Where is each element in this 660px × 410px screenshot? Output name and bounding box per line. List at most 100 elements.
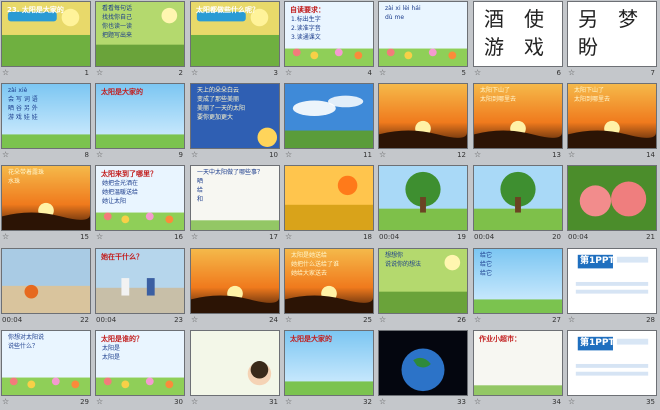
slide-preview[interactable]: 看看每句话 找找你自己 你也读一读 把题写出来 [95,1,185,67]
slide-thumbnail-28[interactable]: 第1PPT ☆ 28 [566,247,660,328]
transition-star-icon: ☆ [2,397,10,406]
slide-text-line: 太阳到哪里去 [480,96,517,103]
slide-thumbnail-14[interactable]: 太阳下山了 太阳到哪里去 ☆ 14 [566,82,660,163]
slide-preview[interactable] [473,165,563,231]
slide-thumbnail-19[interactable]: 00:04 19 [377,164,471,245]
slide-thumbnail-5[interactable]: zài xi lèi hái dù me ☆ 5 [377,0,471,81]
slide-preview[interactable]: 想想你 说说你的想法 [378,248,468,314]
slide-preview[interactable]: 一天中太阳做了哪些事？ 晒给和 [190,165,280,231]
slide-thumbnail-10[interactable]: 天上的朵朵白云 变成了那些美丽 美丽了一天的太阳 要你更加更大 ☆ 10 [189,82,283,163]
slide-thumbnail-6[interactable]: 酒使游戏 ☆ 6 [472,0,566,81]
slide-preview[interactable] [284,83,374,149]
slide-preview[interactable] [567,165,657,231]
transition-star-icon: ☆ [285,397,293,406]
slide-thumbnail-31[interactable]: ☆ 31 [189,329,283,410]
slide-preview[interactable]: 太阳来到了哪里？ 她把金光洒在 她把温暖送给 她让太阳 [95,165,185,231]
slide-thumbnail-13[interactable]: 太阳下山了 太阳到哪里去 ☆ 13 [472,82,566,163]
slide-thumbnail-25[interactable]: 太阳是她送给 她把什么送给了谁 她给大家送去 ☆ 25 [283,247,377,328]
slide-thumbnail-4[interactable]: 自读要求： 1.标出生字 2.读准字音 3.读通课文 ☆ 4 [283,0,377,81]
slide-preview[interactable]: zài xi lèi hái dù me [378,1,468,67]
slide-thumbnail-12[interactable]: ☆ 12 [377,82,471,163]
slide-text-line: 天上的朵朵白云 [197,87,240,94]
slide-thumbnail-18[interactable]: ☆ 18 [283,164,377,245]
slide-thumbnail-26[interactable]: 想想你 说说你的想法 ☆ 26 [377,247,471,328]
slide-preview[interactable] [284,165,374,231]
transition-star-icon: ☆ [568,68,576,77]
slide-number: 6 [556,69,561,77]
slide-number: 14 [646,151,655,159]
slide-text-line: zài xi lèi hái [385,5,421,12]
slide-text-line: 太阳是 [102,354,121,361]
slide-preview[interactable]: 23. 太阳是大家的 [1,1,91,67]
slide-text-line: 她让太阳 [102,198,127,205]
slide-thumbnail-34[interactable]: 作业小超市： ☆ 34 [472,329,566,410]
slide-preview[interactable]: 给它 给它 给它 [473,248,563,314]
slide-thumbnail-8[interactable]: zài xiè 会 写 词 语晒 谷 另 外游 戏 娃 娃 ☆ 8 [0,82,94,163]
slide-text-line: 给 [197,187,204,194]
slide-thumbnail-9[interactable]: 太阳是大家的 ☆ 9 [94,82,188,163]
slide-number: 20 [552,233,561,241]
slide-text-line: 你也读一读 [102,23,133,30]
slide-preview[interactable]: 作业小超市： [473,330,563,396]
slide-thumbnail-30[interactable]: 太阳是谁的？ 太阳是 太阳是 ☆ 30 [94,329,188,410]
slide-text-line: 给它 [480,252,493,259]
slide-preview[interactable] [190,330,280,396]
slide-number: 13 [552,151,561,159]
slide-thumbnail-17[interactable]: 一天中太阳做了哪些事？ 晒给和 ☆ 17 [189,164,283,245]
slide-title: 太阳是大家的 [101,88,143,96]
slide-text-line: 会 写 词 语 [8,96,38,103]
slide-thumbnail-20[interactable]: 00:04 20 [472,164,566,245]
slide-thumbnail-16[interactable]: 太阳来到了哪里？ 她把金光洒在 她把温暖送给 她让太阳 ☆ 16 [94,164,188,245]
slide-thumbnail-35[interactable]: 第1PPT ☆ 35 [566,329,660,410]
slide-preview[interactable]: 太阳都做些什么呢？ [190,1,280,67]
slide-thumbnail-2[interactable]: 看看每句话 找找你自己 你也读一读 把题写出来 ☆ 2 [94,0,188,81]
transition-star-icon: ☆ [285,150,293,159]
slide-character: 酒 [484,7,504,31]
slide-preview[interactable]: zài xiè 会 写 词 语晒 谷 另 外游 戏 娃 娃 [1,83,91,149]
slide-text-line: 说说你的想法 [385,261,422,268]
slide-number: 35 [646,398,655,406]
slide-preview[interactable]: 另梦盼 [567,1,657,67]
slide-background [379,166,467,230]
slide-thumbnail-32[interactable]: 太阳是大家的 ☆ 32 [283,329,377,410]
slide-text-line: 你想对太阳说 [8,334,45,341]
slide-thumbnail-1[interactable]: 23. 太阳是大家的 ☆ 1 [0,0,94,81]
slide-thumbnail-15[interactable]: 花朵带着露珠 水珠 ☆ 15 [0,164,94,245]
slide-thumbnail-33[interactable]: ☆ 33 [377,329,471,410]
slide-thumbnail-22[interactable]: 00:04 22 [0,247,94,328]
slide-thumbnail-29[interactable]: 你想对太阳说 说些什么？ ☆ 29 [0,329,94,410]
slide-preview[interactable]: 自读要求： 1.标出生字 2.读准字音 3.读通课文 [284,1,374,67]
slide-preview[interactable]: 花朵带着露珠 水珠 [1,165,91,231]
slide-preview[interactable]: 太阳是她送给 她把什么送给了谁 她给大家送去 [284,248,374,314]
slide-preview[interactable] [190,248,280,314]
slide-preview[interactable]: 酒使游戏 [473,1,563,67]
slide-preview[interactable]: 你想对太阳说 说些什么？ [1,330,91,396]
slide-thumbnail-11[interactable]: ☆ 11 [283,82,377,163]
slide-thumbnail-7[interactable]: 另梦盼 ☆ 7 [566,0,660,81]
slide-preview[interactable]: 她在干什么？ [95,248,185,314]
slide-preview[interactable]: 太阳是大家的 [284,330,374,396]
slide-preview[interactable]: 太阳下山了 太阳到哪里去 [567,83,657,149]
slide-thumbnail-27[interactable]: 给它 给它 给它 ☆ 27 [472,247,566,328]
transition-star-icon: ☆ [285,315,293,324]
transition-star-icon: ☆ [96,68,104,77]
slide-thumbnail-3[interactable]: 太阳都做些什么呢？ ☆ 3 [189,0,283,81]
slide-preview[interactable] [378,83,468,149]
slide-preview[interactable] [378,330,468,396]
slide-thumbnail-21[interactable]: 00:04 21 [566,164,660,245]
slide-preview[interactable]: 太阳是谁的？ 太阳是 太阳是 [95,330,185,396]
slide-preview[interactable]: 天上的朵朵白云 变成了那些美丽 美丽了一天的太阳 要你更加更大 [190,83,280,149]
slide-preview[interactable] [378,165,468,231]
slide-preview[interactable]: 太阳是大家的 [95,83,185,149]
slide-preview[interactable]: 第1PPT [567,248,657,314]
slide-preview[interactable] [1,248,91,314]
slide-number: 23 [174,316,183,324]
slide-text-line: 要你更加更大 [197,114,234,121]
transition-star-icon: ☆ [474,68,482,77]
slide-text-line: zài xiè [8,87,28,94]
slide-text-line: 2.读准字音 [291,25,321,32]
slide-thumbnail-24[interactable]: ☆ 24 [189,247,283,328]
slide-preview[interactable]: 第1PPT [567,330,657,396]
slide-preview[interactable]: 太阳下山了 太阳到哪里去 [473,83,563,149]
slide-thumbnail-23[interactable]: 她在干什么？ 00:04 23 [94,247,188,328]
